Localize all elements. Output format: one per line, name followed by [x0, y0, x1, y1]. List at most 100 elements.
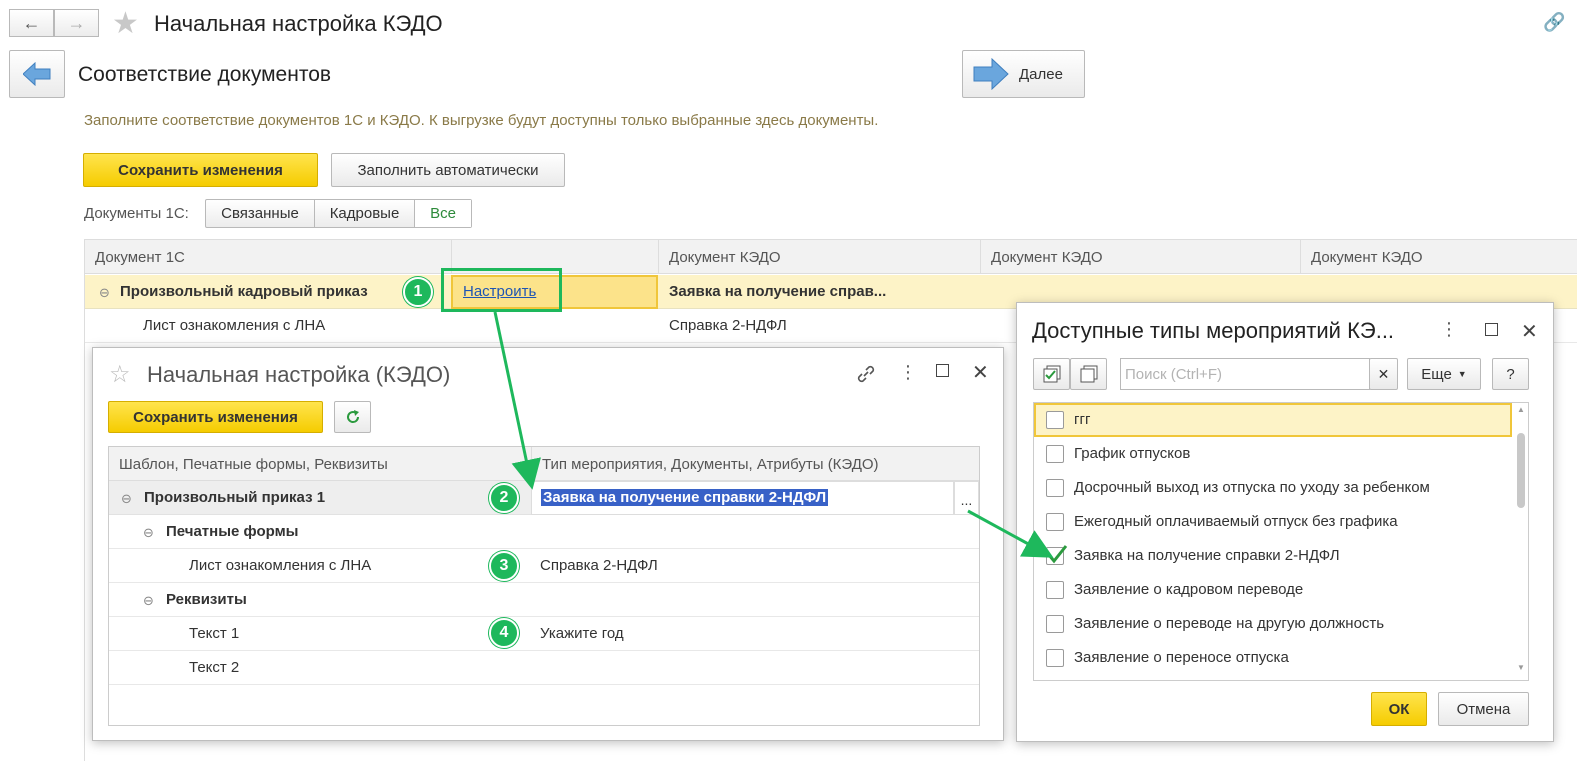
- scroll-thumb[interactable]: [1517, 433, 1525, 508]
- cancel-button[interactable]: Отмена: [1438, 692, 1529, 726]
- list-item[interactable]: Заявление о кадровом переводе: [1034, 573, 1512, 607]
- link-icon[interactable]: 🔗: [1543, 12, 1565, 33]
- collapse-icon[interactable]: ⊖: [143, 593, 154, 609]
- table-row[interactable]: Текст 2: [109, 651, 979, 685]
- collapse-icon[interactable]: ⊖: [99, 285, 110, 301]
- row-name: Текст 2: [189, 659, 240, 676]
- item-checkbox[interactable]: [1046, 615, 1064, 633]
- search-input[interactable]: Поиск (Ctrl+F): [1120, 358, 1370, 390]
- scroll-up-icon[interactable]: ▲: [1517, 405, 1525, 414]
- row-value: Укажите год: [540, 625, 624, 642]
- more-dropdown-button[interactable]: Еще ▼: [1407, 358, 1481, 390]
- list-item[interactable]: Ежегодный оплачиваемый отпуск без график…: [1034, 505, 1512, 539]
- dialog-title: Доступные типы мероприятий КЭ...: [1032, 318, 1395, 343]
- row-doc-kedo: Заявка на получение справ...: [669, 283, 887, 300]
- list-item[interactable]: ггг: [1034, 403, 1512, 437]
- table-row[interactable]: Лист ознакомления с ЛНА Справка 2-НДФЛ: [109, 549, 979, 583]
- col-kedo-type[interactable]: Тип мероприятия, Документы, Атрибуты (КЭ…: [531, 447, 979, 481]
- forward-nav-button[interactable]: →: [54, 9, 99, 37]
- col-doc-1c[interactable]: Документ 1С: [85, 240, 451, 274]
- item-label: Заявление о переносе отпуска: [1074, 649, 1289, 666]
- favorite-star-icon[interactable]: ★: [112, 6, 139, 41]
- maximize-icon[interactable]: [1485, 323, 1498, 336]
- table-row[interactable]: Текст 1 Укажите год: [109, 617, 979, 651]
- collapse-icon[interactable]: ⊖: [143, 525, 154, 541]
- step-badge-2: 2: [489, 483, 519, 513]
- uncheck-all-button[interactable]: [1070, 358, 1107, 390]
- more-menu-icon[interactable]: ⋮: [899, 362, 917, 383]
- item-label: ггг: [1074, 411, 1091, 428]
- more-menu-icon[interactable]: ⋮: [1440, 319, 1458, 340]
- arrow-left-icon: [23, 62, 51, 86]
- autofill-button[interactable]: Заполнить автоматически: [331, 153, 565, 187]
- save-changes-button[interactable]: Сохранить изменения: [83, 153, 318, 187]
- col-doc-kedo-3[interactable]: Документ КЭДО: [1300, 240, 1577, 274]
- list-item[interactable]: Заявление о переводе на другую должность: [1034, 607, 1512, 641]
- window-title: Начальная настройка КЭДО: [154, 11, 443, 36]
- type-input[interactable]: Заявка на получение справки 2-НДФЛ: [531, 481, 954, 515]
- collapse-icon[interactable]: ⊖: [121, 491, 132, 507]
- row-name: Реквизиты: [166, 591, 247, 608]
- table-header: Шаблон, Печатные формы, Реквизиты Тип ме…: [109, 447, 979, 481]
- refresh-button[interactable]: [334, 401, 371, 433]
- maximize-icon[interactable]: [936, 364, 949, 377]
- list-item[interactable]: Досрочный выход из отпуска по уходу за р…: [1034, 471, 1512, 505]
- item-checkbox[interactable]: [1046, 649, 1064, 667]
- item-checkbox[interactable]: [1046, 513, 1064, 531]
- item-label: Заявка на получение справки 2-НДФЛ: [1074, 547, 1340, 564]
- back-button[interactable]: [9, 50, 65, 98]
- favorite-star-icon[interactable]: ☆: [109, 360, 131, 389]
- list-item[interactable]: График отпусков: [1034, 437, 1512, 471]
- step-badge-3: 3: [489, 551, 519, 581]
- settings-table: Шаблон, Печатные формы, Реквизиты Тип ме…: [108, 446, 980, 726]
- filter-option-hr[interactable]: Кадровые: [315, 200, 415, 227]
- filter-option-linked[interactable]: Связанные: [206, 200, 315, 227]
- row-doc-1c: Произвольный кадровый приказ: [120, 283, 368, 300]
- filter-switch[interactable]: Связанные Кадровые Все: [205, 199, 472, 228]
- highlight-frame: [441, 268, 562, 312]
- row-name: Лист ознакомления с ЛНА: [189, 557, 372, 574]
- select-button[interactable]: ...: [954, 481, 979, 515]
- item-checkbox[interactable]: [1046, 411, 1064, 429]
- col-template[interactable]: Шаблон, Печатные формы, Реквизиты: [109, 447, 531, 481]
- scroll-down-icon[interactable]: ▼: [1517, 663, 1525, 672]
- close-icon[interactable]: ✕: [1521, 319, 1538, 344]
- help-button[interactable]: ?: [1492, 358, 1529, 390]
- list-item[interactable]: Заявление о переносе отпуска: [1034, 641, 1512, 675]
- back-nav-button[interactable]: ←: [9, 9, 54, 37]
- scrollbar[interactable]: ▲ ▼: [1514, 403, 1528, 680]
- next-button[interactable]: Далее: [962, 50, 1085, 98]
- arrow-left-icon: ←: [22, 12, 41, 33]
- table-row[interactable]: ⊖ Произвольный приказ 1 Заявка на получе…: [109, 481, 979, 515]
- filter-option-all[interactable]: Все: [415, 200, 471, 227]
- row-name: Текст 1: [189, 625, 240, 642]
- save-changes-button[interactable]: Сохранить изменения: [108, 401, 323, 433]
- item-checkbox[interactable]: [1046, 445, 1064, 463]
- table-row[interactable]: ⊖ Реквизиты: [109, 583, 979, 617]
- chevron-down-icon: ▼: [1457, 369, 1467, 379]
- item-label: Ежегодный оплачиваемый отпуск без график…: [1074, 513, 1398, 530]
- table-header: Документ 1С Документ КЭДО Документ КЭДО …: [85, 240, 1577, 274]
- list-item[interactable]: Заявка на получение справки 2-НДФЛ: [1034, 539, 1512, 573]
- item-checkbox[interactable]: [1046, 479, 1064, 497]
- check-all-button[interactable]: [1033, 358, 1070, 390]
- item-label: Досрочный выход из отпуска по уходу за р…: [1074, 479, 1430, 496]
- settings-dialog: ☆ Начальная настройка (КЭДО) ⋮ ✕ Сохрани…: [92, 347, 1004, 741]
- clear-search-button[interactable]: ✕: [1369, 358, 1398, 390]
- table-row[interactable]: ⊖ Печатные формы: [109, 515, 979, 549]
- close-icon[interactable]: ✕: [972, 360, 989, 385]
- check-all-icon: [1043, 365, 1060, 383]
- col-doc-kedo-2[interactable]: Документ КЭДО: [980, 240, 1300, 274]
- item-checkbox[interactable]: [1046, 581, 1064, 599]
- arrow-right-icon: [973, 58, 1009, 90]
- types-list: ггг График отпусков Досрочный выход из о…: [1033, 402, 1529, 681]
- checkmark-icon: [1047, 545, 1068, 564]
- search-placeholder: Поиск (Ctrl+F): [1125, 366, 1222, 383]
- ok-button[interactable]: ОК: [1371, 692, 1427, 726]
- dialog-title: Начальная настройка (КЭДО): [147, 362, 451, 387]
- link-icon[interactable]: [856, 364, 876, 384]
- refresh-icon: [346, 410, 359, 423]
- item-label: Заявление о кадровом переводе: [1074, 581, 1304, 598]
- col-doc-kedo-1[interactable]: Документ КЭДО: [658, 240, 980, 274]
- item-checkbox[interactable]: [1046, 545, 1068, 565]
